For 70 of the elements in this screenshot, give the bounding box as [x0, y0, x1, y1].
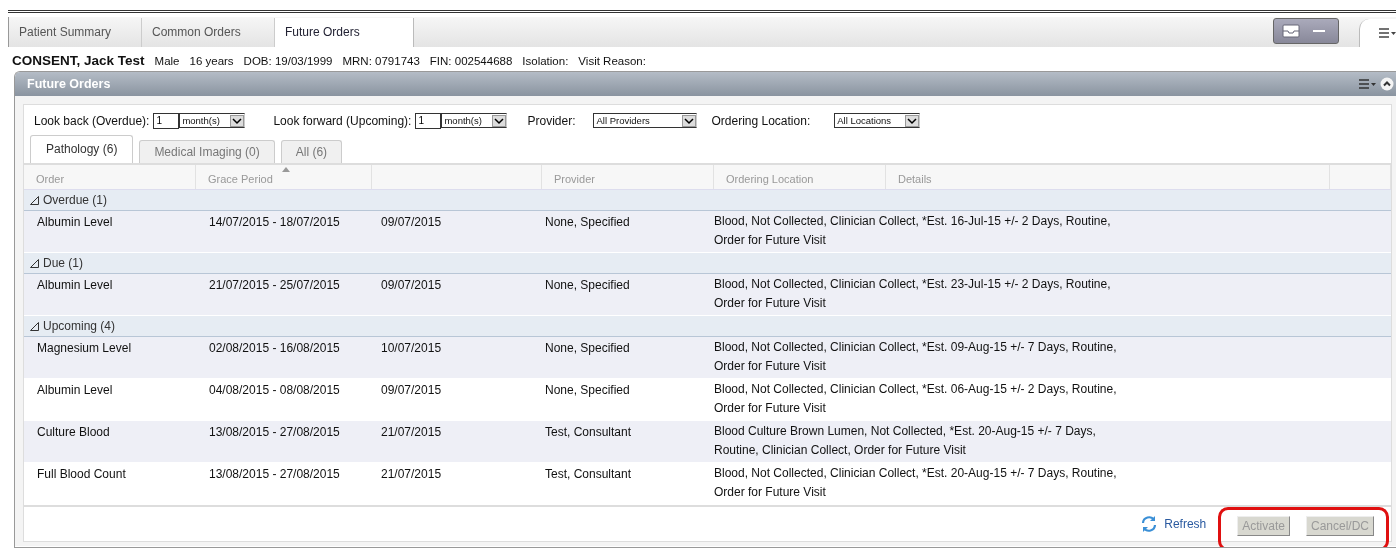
sort-arrow-icon [282, 167, 290, 172]
tab[interactable]: Pathology (6) [30, 135, 134, 163]
table-cell-text: 09/07/2015 [380, 383, 443, 399]
patient-info: Visit Reason: [578, 55, 646, 67]
table-cell-text: Culture Blood [36, 425, 111, 441]
unit-dropdown[interactable]: month(s) [441, 113, 508, 128]
tab[interactable]: Future Orders [275, 18, 414, 47]
table-cell-text: Magnesium Level [36, 341, 133, 357]
table-cell-text: Blood, Not Collected, Clinician Collect, *Est. 20-Aug-15 +/- 7 Days, Routine, Order for Future Visit [714, 465, 1118, 501]
table-cell-text: 21/07/2015 [380, 467, 443, 483]
collapse-icon[interactable] [1380, 77, 1394, 91]
tab[interactable]: Patient Summary [9, 18, 142, 47]
filter-label: Look back (Overdue): [34, 113, 150, 128]
table-cell-text: Blood, Not Collected, Clinician Collect, *Est. 16-Jul-15 +/- 2 Days, Routine, Order for Future Visit [714, 213, 1112, 249]
table-cell-text: Albumin Level [36, 383, 114, 399]
refresh-icon[interactable] [1140, 515, 1159, 533]
table-cell-text: None, Specified [544, 278, 631, 294]
menu-icon[interactable] [1358, 78, 1376, 90]
table-cell-text: 13/08/2015 - 27/08/2015 [208, 425, 341, 441]
table-cell-text: Albumin Level [36, 215, 114, 231]
table-cell-text: 10/07/2015 [380, 341, 443, 357]
minimize-icon [1312, 29, 1326, 33]
patient-info: Male [154, 55, 180, 67]
table-cell-text: None, Specified [544, 341, 631, 357]
table-cell-text: Blood, Not Collected, Clinician Collect, *Est. 09-Aug-15 +/- 7 Days, Routine, Order for Future Visit [714, 339, 1118, 375]
chevron-down-icon [905, 114, 920, 127]
refresh-link[interactable]: Refresh [1164, 517, 1207, 531]
number-field[interactable]: 1 [153, 112, 180, 129]
table-cell-text: Full Blood Count [36, 467, 127, 483]
patient-info: MRN: 0791743 [342, 55, 420, 67]
table-cell-text: Blood Culture Brown Lumen, Not Collected, *Est. 20-Aug-15 +/- 7 Days, Routine, Clinician Collect, Order for Future Visit [714, 423, 1097, 459]
patient-info: DOB: 19/03/1999 [243, 55, 333, 67]
chevron-down-icon [492, 114, 507, 127]
table-cell-text: 21/07/2015 [380, 425, 443, 441]
tab[interactable]: All (6) [280, 140, 343, 163]
table-cell-text: Blood, Not Collected, Clinician Collect, *Est. 06-Aug-15 +/- 2 Days, Routine, Order for Future Visit [714, 381, 1118, 417]
table-cell-text: 13/08/2015 - 27/08/2015 [208, 467, 341, 483]
filter-label: Look forward (Upcoming): [273, 113, 412, 128]
table-cell-text: None, Specified [544, 215, 631, 231]
table-cell-text: 02/08/2015 - 16/08/2015 [208, 341, 341, 357]
table-cell-text: Albumin Level [36, 278, 114, 294]
table-cell-text: Test, Consultant [544, 425, 633, 441]
window-controls[interactable] [1273, 18, 1339, 44]
table-cell-text: Test, Consultant [544, 467, 633, 483]
chevron-down-icon [682, 114, 697, 127]
group-header[interactable]: Due (1) [24, 253, 1391, 274]
table-cell-text: Blood, Not Collected, Clinician Collect, *Est. 23-Jul-15 +/- 2 Days, Routine, Order for Future Visit [714, 276, 1112, 312]
group-header[interactable]: Upcoming (4) [24, 316, 1391, 337]
table-cell-text: None, Specified [544, 383, 631, 399]
table-cell-text: 14/07/2015 - 18/07/2015 [208, 215, 341, 231]
chevron-down-icon [230, 114, 245, 127]
table-cell-text: 04/08/2015 - 08/08/2015 [208, 383, 341, 399]
filter-label: Provider: [527, 113, 576, 128]
location-dropdown[interactable]: All Locations [834, 113, 921, 128]
table-cell-text: 09/07/2015 [380, 278, 443, 294]
patient-name: CONSENT, Jack Test [12, 53, 145, 68]
provider-dropdown[interactable]: All Providers [593, 113, 698, 128]
patient-info: Isolation: [522, 55, 569, 67]
patient-info: FIN: 002544688 [429, 55, 513, 67]
unit-dropdown[interactable]: month(s) [179, 113, 246, 128]
panel-title: Future Orders [27, 77, 111, 91]
tab[interactable]: Medical Imaging (0) [139, 140, 275, 163]
patient-info: 16 years [189, 55, 234, 67]
number-field[interactable]: 1 [415, 112, 442, 129]
inbox-icon [1282, 24, 1300, 38]
group-header[interactable]: Overdue (1) [24, 190, 1391, 211]
table-cell-text: 09/07/2015 [380, 215, 443, 231]
table-cell-text: 21/07/2015 - 25/07/2015 [208, 278, 341, 294]
filter-label: Ordering Location: [711, 113, 811, 128]
menu-icon[interactable] [1378, 27, 1396, 39]
